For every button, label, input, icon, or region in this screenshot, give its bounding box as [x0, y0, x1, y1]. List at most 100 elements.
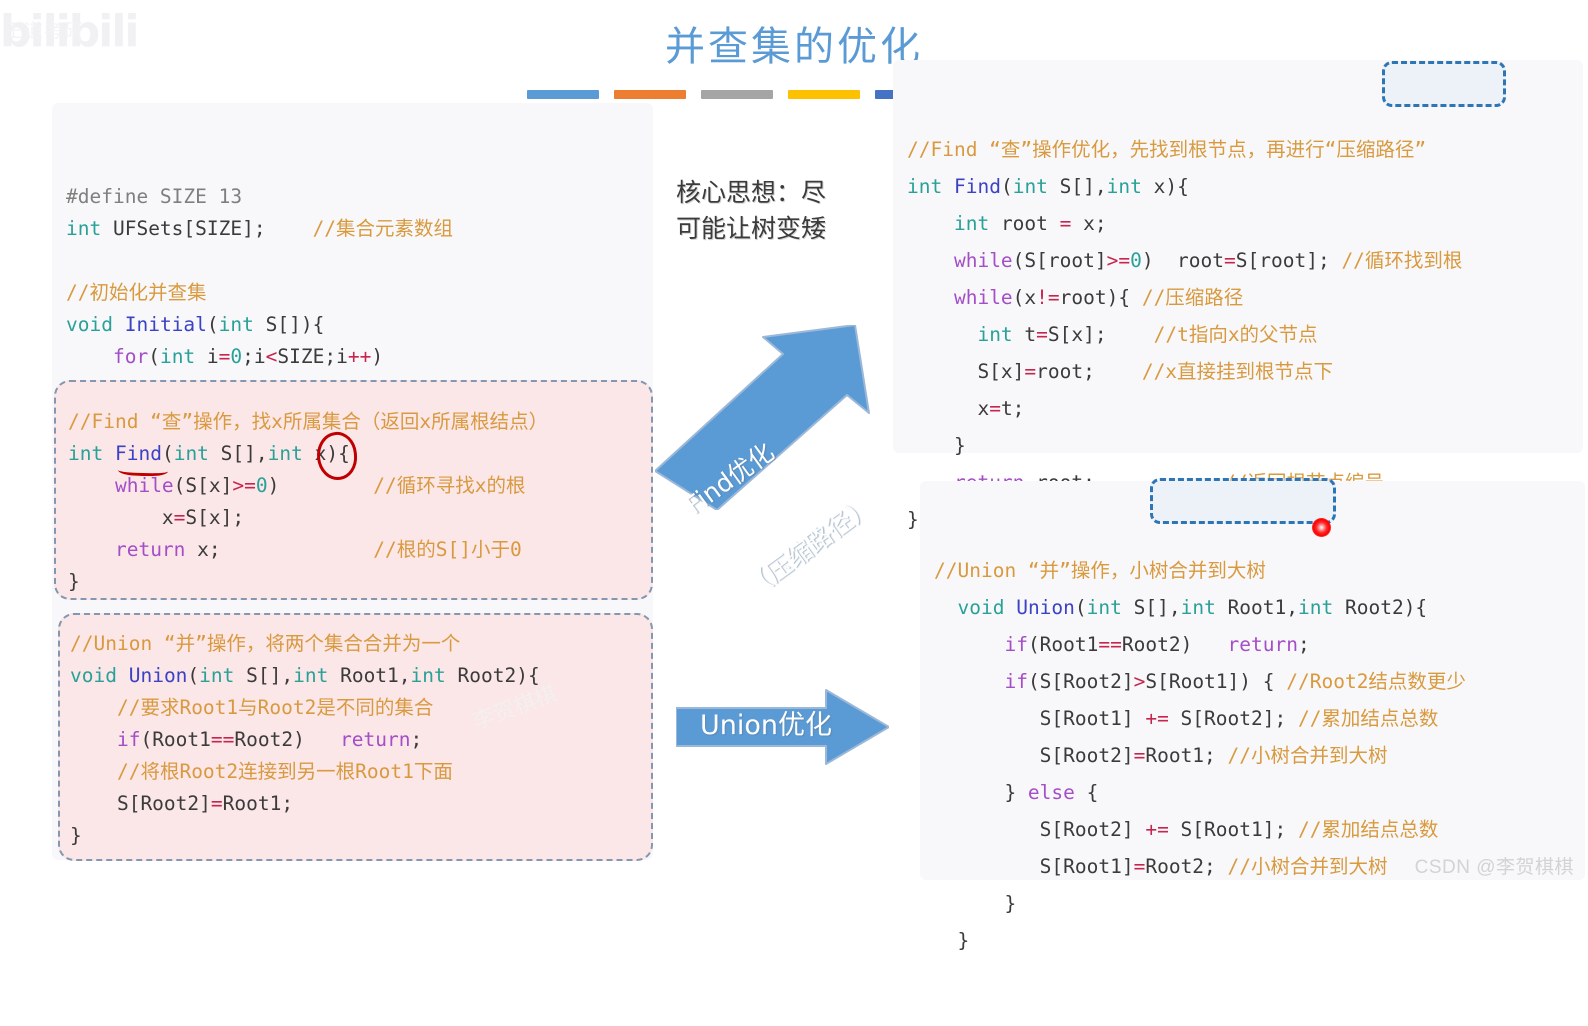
code-token: S[x];: [185, 506, 245, 529]
code-token: S[x];: [1047, 323, 1154, 346]
code-line: //Union “并”操作，小树合并到大树: [934, 555, 1585, 592]
code-token: (: [1000, 175, 1013, 198]
code-token: ;: [410, 728, 423, 751]
code-token: ++: [347, 345, 372, 368]
code-token: return: [114, 538, 186, 561]
code-token: Union: [128, 664, 188, 687]
code-token: //初始化并查集: [66, 281, 207, 304]
code-token: //循环寻找x的根: [373, 474, 526, 497]
code-token: (Root1: [140, 728, 211, 751]
code-token: ;i: [242, 345, 266, 368]
code-line: void Union(int S[],int Root1,int Root2){: [934, 592, 1585, 629]
code-line: S[Root2] += S[Root1]; //累加结点总数: [934, 814, 1585, 851]
code-line: //Find “查”操作优化，先找到根节点，再进行“压缩路径”: [907, 134, 1583, 171]
code-token: //累加结点总数: [1297, 818, 1439, 841]
code-token: //Union “并”操作，将两个集合合并为一个: [70, 632, 461, 655]
code-line: int root = x;: [907, 208, 1583, 245]
code-token: Root2){: [1333, 596, 1428, 619]
code-token: (S[root]: [1012, 249, 1107, 272]
code-token: //根的S[]小于0: [373, 538, 522, 561]
code-token: root: [989, 212, 1060, 235]
code-token: =: [989, 397, 1001, 420]
compress-path-callout: [1382, 61, 1506, 107]
code-line: if(Root1==Root2) return;: [934, 629, 1585, 666]
code-token: S[Root1]: [934, 855, 1134, 878]
code-token: int: [173, 442, 209, 465]
code-token: #define SIZE 13: [66, 185, 243, 208]
code-token: (x: [1012, 286, 1037, 309]
code-line: S[x]=root; //x直接挂到根节点下: [907, 356, 1583, 393]
code-token: ==: [210, 728, 235, 751]
code-token: }: [934, 929, 970, 952]
code-token: int: [1012, 175, 1048, 198]
small-tree-merge-callout: [1150, 478, 1336, 524]
code-token: void: [66, 313, 113, 336]
code-token: Root2;: [1145, 855, 1228, 878]
code-token: return: [1227, 633, 1298, 656]
find-optimization-arrow: [654, 324, 885, 511]
code-line: x=S[x];: [68, 502, 548, 534]
code-token: //压缩路径: [1141, 286, 1244, 309]
code-token: 0: [1130, 249, 1142, 272]
code-token: x: [907, 397, 990, 420]
csdn-watermark: CSDN @李贺棋棋: [1414, 857, 1574, 878]
code-token: //循环找到根: [1341, 249, 1463, 272]
code-token: Root1;: [1145, 744, 1228, 767]
code-line: }: [934, 888, 1585, 925]
code-token: int: [907, 175, 943, 198]
code-token: (Root1: [1027, 633, 1099, 656]
bar-gray: [701, 90, 773, 99]
code-token: int: [293, 664, 329, 687]
code-token: Initial: [124, 313, 207, 336]
code-token: x;: [1071, 212, 1107, 235]
code-line: int t=S[x]; //t指向x的父节点: [907, 319, 1583, 356]
code-token: i: [195, 345, 219, 368]
code-line: while(x!=root){ //压缩路径: [907, 282, 1583, 319]
code-line: int UFSets[SIZE]; //集合元素数组: [66, 213, 653, 245]
code-token: >=: [232, 474, 256, 497]
code-line: }: [68, 566, 548, 598]
code-token: if: [1004, 633, 1028, 656]
code-token: }: [907, 508, 919, 531]
slide-canvas: bilibili 王道考研 并查集的优化 #define SIZE 13 int …: [0, 0, 1588, 952]
code-line: //将根Root2连接到另一根Root1下面: [70, 756, 540, 788]
code-token: ==: [1098, 633, 1122, 656]
code-token: 0: [230, 345, 243, 368]
code-token: ): [267, 474, 374, 497]
bar-orange: [614, 90, 686, 99]
code-token: S[]){: [253, 313, 325, 336]
code-token: S[root];: [1235, 249, 1342, 272]
accent-bar-group: [527, 90, 907, 99]
code-token: int: [1086, 596, 1122, 619]
union-arrow-icon: [675, 689, 890, 765]
code-line: //Find “查”操作，找x所属集合（返回x所属根结点）: [68, 406, 548, 438]
core-idea-line-1: 核心思想：尽: [676, 178, 827, 207]
code-line: }: [907, 430, 1583, 467]
code-token: //Find “查”操作，找x所属集合（返回x所属根结点）: [68, 410, 549, 433]
code-token: +=: [1145, 707, 1169, 730]
code-token: (S[Root2]: [1027, 670, 1134, 693]
code-token: Root2): [1121, 633, 1228, 656]
code-token: //小树合并到大树: [1227, 855, 1388, 878]
code-token: //Union “并”操作，小树合并到大树: [934, 559, 1266, 582]
code-token: int: [68, 442, 104, 465]
code-token: {: [1074, 781, 1099, 804]
union-optimization-arrow: [675, 688, 890, 766]
code-token: int: [66, 217, 102, 240]
code-token: Union: [1016, 596, 1075, 619]
code-line: //初始化并查集: [66, 277, 653, 309]
code-token: int: [410, 664, 446, 687]
code-line: for(int i=0;i<SIZE;i++): [66, 341, 653, 373]
code-token: =: [1059, 212, 1072, 235]
